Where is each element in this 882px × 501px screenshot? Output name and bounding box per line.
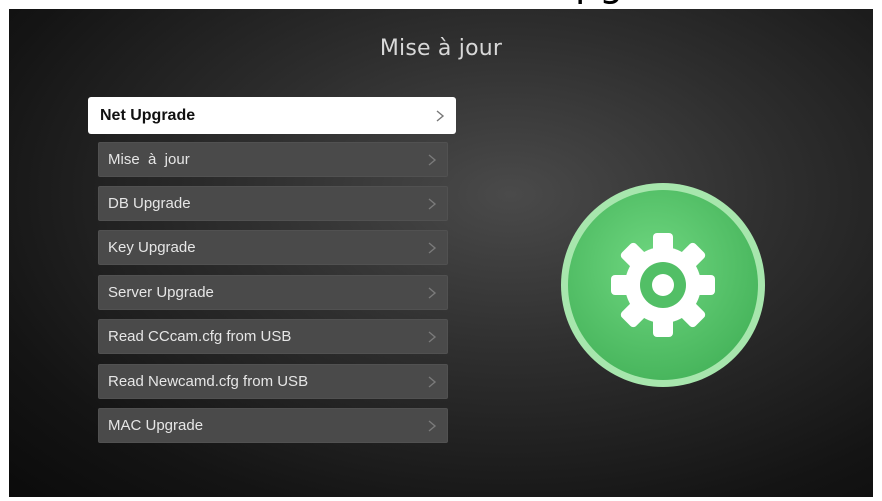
chevron-right-icon [428,242,437,254]
menu-item-read-cccam[interactable]: Read CCcam.cfg from USB [98,319,448,354]
page-title: Mise à jour [379,36,503,61]
cropped-heading-text: pg [575,0,623,2]
menu-item-label: Server Upgrade [108,284,214,301]
chevron-right-icon [428,331,437,343]
menu-item-label: Net Upgrade [100,107,196,124]
top-strip: pg [0,0,882,9]
menu-item-label: Read CCcam.cfg from USB [108,328,292,345]
chevron-right-icon [428,198,437,210]
chevron-right-icon [436,110,445,122]
settings-gear-icon [560,182,766,388]
tv-screen: Mise à jour Net Upgrade Mise à jour DB U… [9,9,873,497]
chevron-right-icon [428,287,437,299]
menu-item-read-newcamd[interactable]: Read Newcamd.cfg from USB [98,364,448,399]
menu-item-mac-upgrade[interactable]: MAC Upgrade [98,408,448,443]
menu-item-label: DB Upgrade [108,195,191,212]
chevron-right-icon [428,420,437,432]
menu-item-mise-a-jour[interactable]: Mise à jour [98,142,448,177]
chevron-right-icon [428,376,437,388]
chevron-right-icon [428,154,437,166]
menu-item-net-upgrade[interactable]: Net Upgrade [88,97,456,134]
menu-item-label: Read Newcamd.cfg from USB [108,373,309,390]
menu-item-db-upgrade[interactable]: DB Upgrade [98,186,448,221]
menu-item-label: Key Upgrade [108,239,196,256]
menu-item-server-upgrade[interactable]: Server Upgrade [98,275,448,310]
menu-item-key-upgrade[interactable]: Key Upgrade [98,230,448,265]
menu-item-label: Mise à jour [108,151,190,168]
menu-item-label: MAC Upgrade [108,417,204,434]
